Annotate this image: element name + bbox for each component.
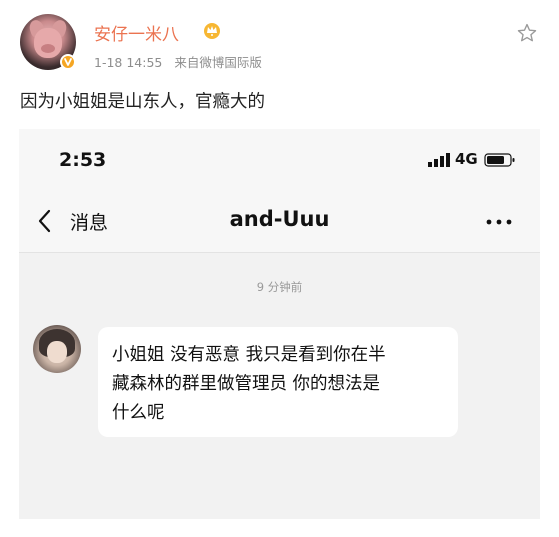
post-source[interactable]: 来自微博国际版	[174, 55, 262, 70]
message-line: 什么呢	[112, 403, 165, 423]
embedded-screenshot[interactable]: 2:53 4G 消息 and-Uuu 9 分钟前 小姐姐 没有恶意 我只是看到你…	[19, 129, 540, 519]
username[interactable]: 安仔一米八	[94, 20, 179, 45]
status-time: 2:53	[59, 149, 107, 171]
network-label: 4G	[455, 150, 478, 168]
message-line: 藏森林的群里做管理员 你的想法是	[112, 374, 381, 394]
post-meta: 1-18 14:55 来自微博国际版	[94, 52, 262, 71]
message-line: 小姐姐 没有恶意 我只是看到你在半	[112, 345, 386, 365]
post-date: 1-18 14:55	[94, 55, 163, 70]
signal-icon	[428, 153, 450, 167]
avatar-face	[34, 28, 62, 58]
chat-timestamp: 9 分钟前	[256, 280, 303, 294]
more-icon[interactable]	[485, 218, 513, 226]
avatar-face	[47, 341, 67, 363]
post-text: 因为小姐姐是山东人，官瘾大的	[20, 92, 265, 112]
friend-avatar[interactable]	[33, 325, 81, 373]
crown-icon	[204, 23, 220, 39]
post-header: 安仔一米八 1-18 14:55 来自微博国际版	[0, 0, 559, 80]
nav-bar: 消息 and-Uuu	[19, 191, 540, 253]
battery-icon	[484, 153, 515, 167]
avatar-snout	[41, 44, 55, 53]
verified-badge-icon	[60, 54, 76, 70]
chat-title: and-Uuu	[229, 207, 330, 231]
message-bubble[interactable]: 小姐姐 没有恶意 我只是看到你在半 藏森林的群里做管理员 你的想法是 什么呢	[98, 327, 458, 437]
star-icon[interactable]	[516, 22, 538, 44]
status-bar: 2:53 4G	[19, 129, 540, 191]
